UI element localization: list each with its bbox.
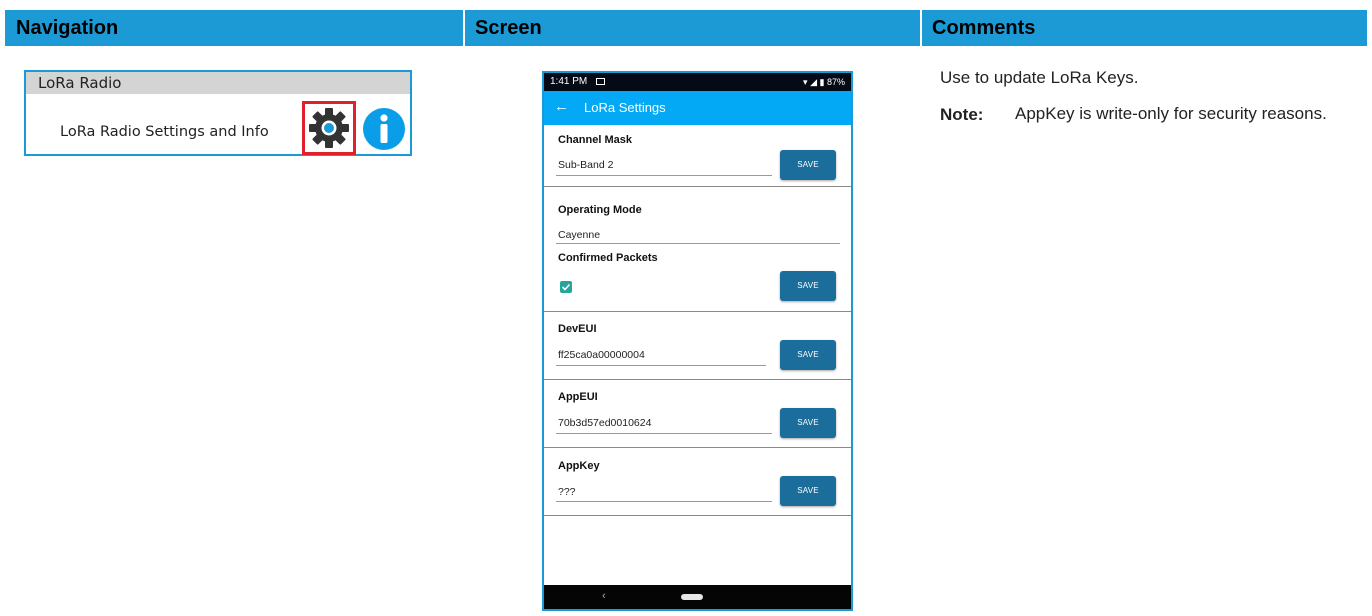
save-dev-eui-button[interactable]: SAVE	[780, 340, 836, 370]
confirmed-packets-checkbox[interactable]	[560, 281, 572, 293]
status-bar: 1:41 PM ▾ ◢ ▮ 87%	[544, 73, 851, 91]
note-label: Note:	[940, 105, 984, 124]
operating-mode-section: Operating Mode Cayenne Confirmed Packets…	[544, 187, 851, 312]
comment-text: Use to update LoRa Keys.	[940, 68, 1139, 87]
info-icon[interactable]	[362, 107, 406, 151]
status-time: 1:41 PM	[550, 76, 588, 87]
app-bar: ← LoRa Settings	[544, 91, 851, 125]
app-key-label: AppKey	[558, 460, 600, 472]
channel-mask-input[interactable]: Sub-Band 2	[558, 159, 613, 171]
input-underline	[556, 175, 772, 176]
header-screen: Screen	[475, 17, 542, 39]
dev-eui-input[interactable]: ff25ca0a00000004	[558, 349, 645, 361]
checkmark-icon	[561, 283, 571, 291]
input-underline	[556, 433, 772, 434]
dev-eui-section: DevEUI ff25ca0a00000004 SAVE	[544, 312, 851, 380]
phone-screen: 1:41 PM ▾ ◢ ▮ 87% ← LoRa Settings Channe…	[542, 71, 853, 611]
app-eui-input[interactable]: 70b3d57ed0010624	[558, 417, 651, 429]
input-underline	[556, 501, 772, 502]
dev-eui-label: DevEUI	[558, 323, 597, 335]
input-underline	[556, 243, 840, 244]
header-divider	[463, 10, 465, 46]
save-channel-mask-button[interactable]: SAVE	[780, 150, 836, 180]
nav-section-title: LoRa Radio	[26, 72, 410, 94]
operating-mode-input[interactable]: Cayenne	[558, 229, 600, 241]
note-text: AppKey is write-only for security reason…	[1015, 104, 1327, 123]
header-divider	[920, 10, 922, 46]
battery-icon: ▮	[819, 77, 825, 87]
gear-icon	[309, 108, 349, 148]
table-header: Navigation Screen Comments	[5, 10, 1367, 46]
header-navigation: Navigation	[16, 17, 119, 39]
battery-level: 87%	[826, 77, 845, 87]
navigation-card: LoRa Radio LoRa Radio Settings and Info	[24, 70, 412, 156]
input-underline	[556, 365, 766, 366]
android-nav-bar: ‹	[544, 585, 851, 609]
app-key-input[interactable]: ???	[558, 486, 576, 498]
gear-highlight-box[interactable]	[302, 101, 356, 155]
nav-back-icon[interactable]: ‹	[602, 590, 606, 602]
app-eui-label: AppEUI	[558, 391, 598, 403]
nav-home-pill[interactable]	[681, 594, 703, 600]
save-app-eui-button[interactable]: SAVE	[780, 408, 836, 438]
nav-item-label: LoRa Radio Settings and Info	[60, 124, 269, 140]
channel-mask-label: Channel Mask	[558, 134, 632, 146]
app-eui-section: AppEUI 70b3d57ed0010624 SAVE	[544, 380, 851, 448]
confirmed-packets-label: Confirmed Packets	[558, 252, 658, 264]
save-operating-mode-button[interactable]: SAVE	[780, 271, 836, 301]
notification-icon	[596, 78, 605, 85]
system-icons: ▾ ◢ ▮ 87%	[803, 73, 845, 91]
signal-icon: ◢	[810, 77, 817, 87]
save-app-key-button[interactable]: SAVE	[780, 476, 836, 506]
header-comments: Comments	[932, 17, 1036, 39]
app-bar-title: LoRa Settings	[584, 100, 666, 115]
operating-mode-label: Operating Mode	[558, 204, 642, 216]
back-arrow-icon[interactable]: ←	[554, 98, 569, 116]
wifi-icon: ▾	[803, 77, 808, 87]
app-key-section: AppKey ??? SAVE	[544, 448, 851, 516]
channel-mask-section: Channel Mask Sub-Band 2 SAVE	[544, 125, 851, 187]
